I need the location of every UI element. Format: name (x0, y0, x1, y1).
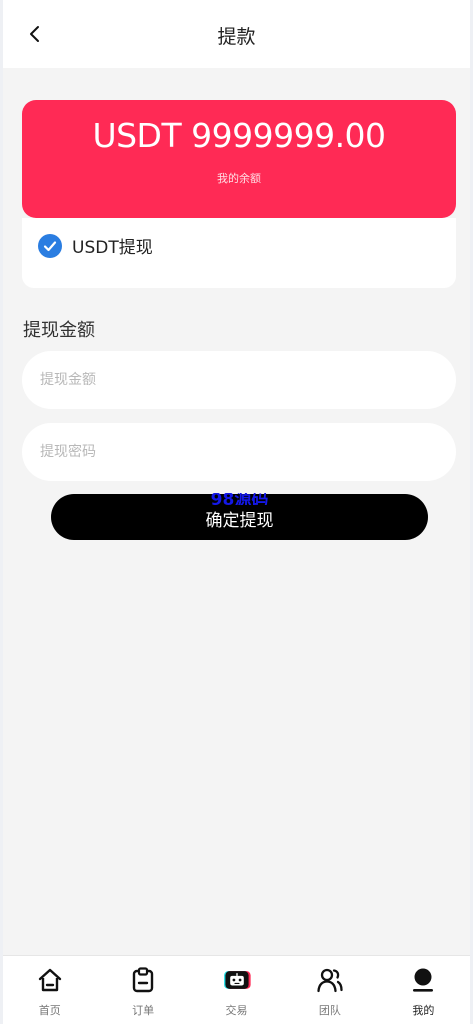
clipboard-icon (128, 965, 158, 995)
bottom-tabbar: 首页 订单 交易 团队 我的 (3, 955, 470, 1024)
balance-card: USDT 9999999.00 我的余额 (22, 100, 456, 218)
tab-label: 团队 (318, 1004, 341, 1017)
password-input[interactable] (22, 423, 456, 481)
home-icon (35, 965, 65, 995)
header: 提款 (3, 0, 470, 68)
page-title: 提款 (217, 26, 256, 48)
app-screen: 提款 USDT 9999999.00 我的余额 USDT提现 提现金额 98源码… (3, 0, 470, 1024)
user-icon (408, 965, 438, 995)
tab-label: 我的 (412, 1004, 435, 1017)
tab-mine[interactable]: 我的 (377, 956, 470, 1024)
usdt-withdraw-option[interactable]: USDT提现 (38, 233, 153, 258)
tab-label: 首页 (38, 1004, 61, 1017)
balance-amount: USDT 9999999.00 (92, 116, 386, 155)
watermark-text: 98源码 (210, 493, 269, 505)
robot-icon (222, 965, 252, 995)
tab-team[interactable]: 团队 (283, 956, 376, 1024)
withdraw-method-card: USDT提现 (22, 218, 456, 288)
tab-label: 订单 (132, 1004, 155, 1017)
section-title: 提现金额 (23, 320, 95, 341)
check-circle-icon (38, 233, 62, 258)
balance-label: 我的余额 (217, 172, 261, 185)
method-label: USDT提现 (72, 238, 153, 258)
team-icon (315, 965, 345, 995)
tab-home[interactable]: 首页 (3, 956, 96, 1024)
tab-label: 交易 (225, 1004, 248, 1017)
tab-orders[interactable]: 订单 (96, 956, 189, 1024)
confirm-withdraw-button[interactable]: 98源码 确定提现 (51, 493, 428, 540)
amount-input[interactable] (22, 351, 456, 409)
confirm-withdraw-label: 确定提现 (205, 511, 274, 531)
tab-trade[interactable]: 交易 (190, 956, 283, 1024)
